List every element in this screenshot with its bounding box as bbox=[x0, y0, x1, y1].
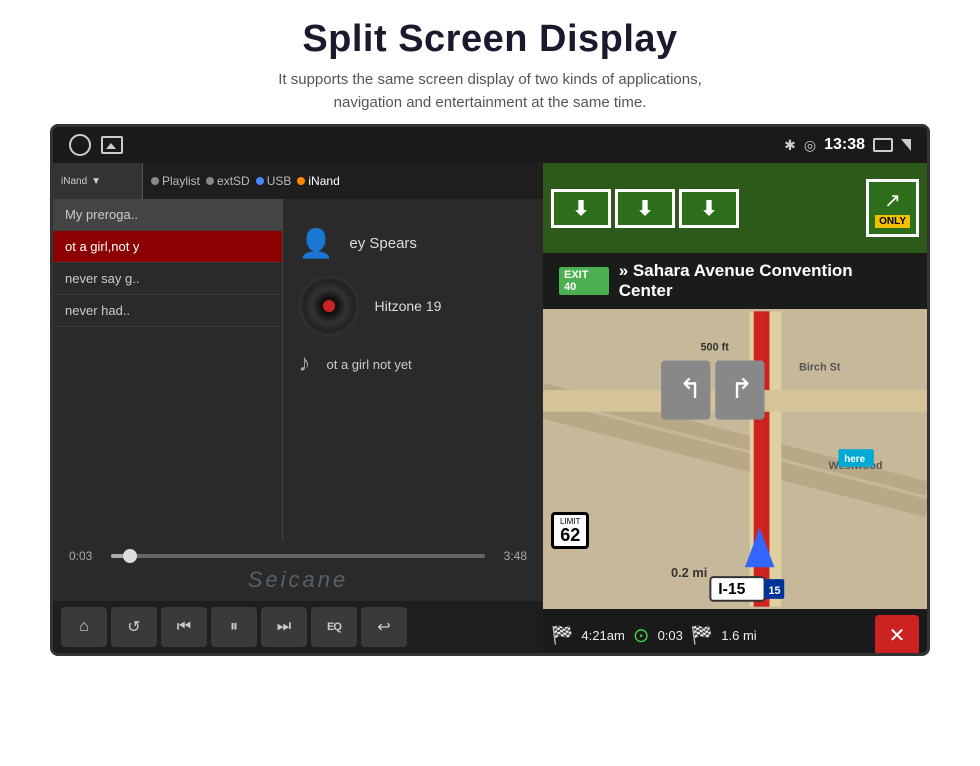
svg-text:↰: ↰ bbox=[679, 373, 702, 404]
location-icon: ◎ bbox=[804, 137, 816, 154]
repeat-button[interactable]: ↺ bbox=[111, 607, 157, 647]
page-title: Split Screen Display bbox=[0, 18, 980, 61]
highway-sign-2: ⬇ bbox=[615, 189, 675, 228]
list-item[interactable]: My preroga.. bbox=[53, 199, 282, 231]
home-button[interactable]: ⌂ bbox=[61, 607, 107, 647]
page-header: Split Screen Display It supports the sam… bbox=[0, 0, 980, 124]
nav-close-button[interactable]: ✕ bbox=[875, 615, 919, 653]
prev-button[interactable]: ⏮ bbox=[161, 607, 207, 647]
dot-usb bbox=[256, 177, 264, 185]
source-tab-extsd[interactable]: extSD bbox=[206, 174, 250, 188]
svg-text:Birch St: Birch St bbox=[799, 361, 841, 373]
only-label: ONLY bbox=[875, 215, 910, 228]
music-panel: iNand ▼ Playlist extSD USB bbox=[53, 163, 543, 653]
svg-text:here: here bbox=[844, 454, 865, 465]
device-frame: ✱ ◎ 13:38 iNand ▼ Playlist bbox=[50, 124, 930, 656]
status-bar: ✱ ◎ 13:38 bbox=[53, 127, 927, 163]
seicane-watermark: Seicane bbox=[69, 567, 527, 593]
nav-direction: » Sahara Avenue Convention Center bbox=[619, 261, 911, 301]
source-row: iNand ▼ Playlist extSD USB bbox=[53, 163, 543, 199]
highway-signs: ⬇ ⬇ ⬇ ↗ ONLY bbox=[543, 163, 927, 253]
artist-row: 👤 ey Spears bbox=[299, 227, 528, 260]
person-icon: 👤 bbox=[299, 227, 334, 260]
bluetooth-icon: ✱ bbox=[784, 137, 796, 154]
source-tabs: Playlist extSD USB iNand bbox=[143, 174, 543, 188]
progress-thumb bbox=[123, 549, 137, 563]
nav-panel: ⬇ ⬇ ⬇ ↗ ONLY EXIT 40 » Sahara Avenue Con… bbox=[543, 163, 927, 653]
arrow-down-icon-2: ⬇ bbox=[637, 196, 654, 221]
progress-track[interactable] bbox=[111, 554, 485, 558]
svg-text:I-15: I-15 bbox=[718, 581, 745, 598]
exit-badge: EXIT 40 bbox=[559, 267, 609, 295]
time-current: 0:03 bbox=[69, 549, 101, 563]
elapsed-time: 0:03 bbox=[658, 628, 683, 643]
only-sign: ↗ ONLY bbox=[866, 179, 919, 237]
panel-body: My preroga.. ot a girl,not y never say g… bbox=[53, 199, 543, 541]
main-area: iNand ▼ Playlist extSD USB bbox=[53, 163, 927, 653]
flag-end-icon: 🏁 bbox=[691, 625, 713, 646]
dropdown-arrow-icon: ▼ bbox=[91, 176, 101, 187]
now-playing: 👤 ey Spears Hitzone 19 ♪ ot a girl not y… bbox=[283, 199, 544, 541]
progress-area: 0:03 3:48 Seicane bbox=[53, 541, 543, 601]
album-name: Hitzone 19 bbox=[375, 298, 442, 314]
dot-inand bbox=[297, 177, 305, 185]
speed-number: 62 bbox=[560, 526, 580, 544]
source-tab-usb[interactable]: USB bbox=[256, 174, 292, 188]
list-item-active[interactable]: ot a girl,not y bbox=[53, 231, 282, 263]
clock-icon: ⊙ bbox=[633, 623, 650, 648]
arrow-down-icon: ⬇ bbox=[573, 196, 590, 221]
window-icon bbox=[873, 138, 893, 152]
speed-limit-sign: LIMIT 62 bbox=[551, 512, 589, 549]
dot-extsd bbox=[206, 177, 214, 185]
controls-bar: ⌂ ↺ ⏮ ⏸ ⏭ EQ ↩ bbox=[53, 601, 543, 653]
source-label: iNand bbox=[61, 176, 87, 187]
highway-sign-1: ⬇ bbox=[551, 189, 611, 228]
svg-text:500 ft: 500 ft bbox=[701, 342, 730, 354]
arrow-up-right-icon: ↗ bbox=[884, 188, 901, 213]
remaining-distance: 1.6 mi bbox=[721, 628, 756, 643]
dot-playlist bbox=[151, 177, 159, 185]
play-pause-button[interactable]: ⏸ bbox=[211, 607, 257, 647]
svg-text:0.2 mi: 0.2 mi bbox=[671, 565, 707, 580]
home-circle-icon bbox=[69, 134, 91, 156]
svg-text:↱: ↱ bbox=[730, 373, 753, 404]
nav-banner: EXIT 40 » Sahara Avenue Convention Cente… bbox=[543, 253, 927, 309]
page-subtitle: It supports the same screen display of t… bbox=[0, 69, 980, 114]
nav-bottom-bar: 🏁 4:21am ⊙ 0:03 🏁 1.6 mi ✕ bbox=[543, 609, 927, 653]
source-dropdown[interactable]: iNand ▼ bbox=[53, 163, 143, 199]
song-row: ♪ ot a girl not yet bbox=[299, 350, 528, 378]
highway-sign-3: ⬇ bbox=[679, 189, 739, 228]
artist-name: ey Spears bbox=[349, 235, 417, 252]
image-icon bbox=[101, 136, 123, 154]
status-left bbox=[69, 134, 123, 156]
flag-start-icon: 🏁 bbox=[551, 625, 573, 646]
back-icon bbox=[901, 139, 911, 151]
arrival-time: 4:21am bbox=[581, 628, 624, 643]
back-button[interactable]: ↩ bbox=[361, 607, 407, 647]
album-row: Hitzone 19 bbox=[299, 276, 528, 336]
list-item[interactable]: never say g.. bbox=[53, 263, 282, 295]
vinyl-disc-icon bbox=[299, 276, 359, 336]
status-right: ✱ ◎ 13:38 bbox=[784, 136, 911, 154]
time-total: 3:48 bbox=[495, 549, 527, 563]
eq-button[interactable]: EQ bbox=[311, 607, 357, 647]
arrow-down-icon-3: ⬇ bbox=[701, 196, 718, 221]
music-note-icon: ♪ bbox=[299, 350, 311, 378]
map-svg: Birch St Westwood 500 ft ↰ ↱ here bbox=[543, 309, 927, 609]
progress-bar-container: 0:03 3:48 bbox=[69, 549, 527, 563]
svg-text:15: 15 bbox=[768, 585, 780, 597]
playlist: My preroga.. ot a girl,not y never say g… bbox=[53, 199, 283, 541]
status-time: 13:38 bbox=[824, 136, 865, 154]
song-title: ot a girl not yet bbox=[327, 357, 412, 372]
source-tab-inand[interactable]: iNand bbox=[297, 174, 339, 188]
map-area: Birch St Westwood 500 ft ↰ ↱ here bbox=[543, 309, 927, 609]
source-tab-playlist[interactable]: Playlist bbox=[151, 174, 200, 188]
list-item[interactable]: never had.. bbox=[53, 295, 282, 327]
next-button[interactable]: ⏭ bbox=[261, 607, 307, 647]
